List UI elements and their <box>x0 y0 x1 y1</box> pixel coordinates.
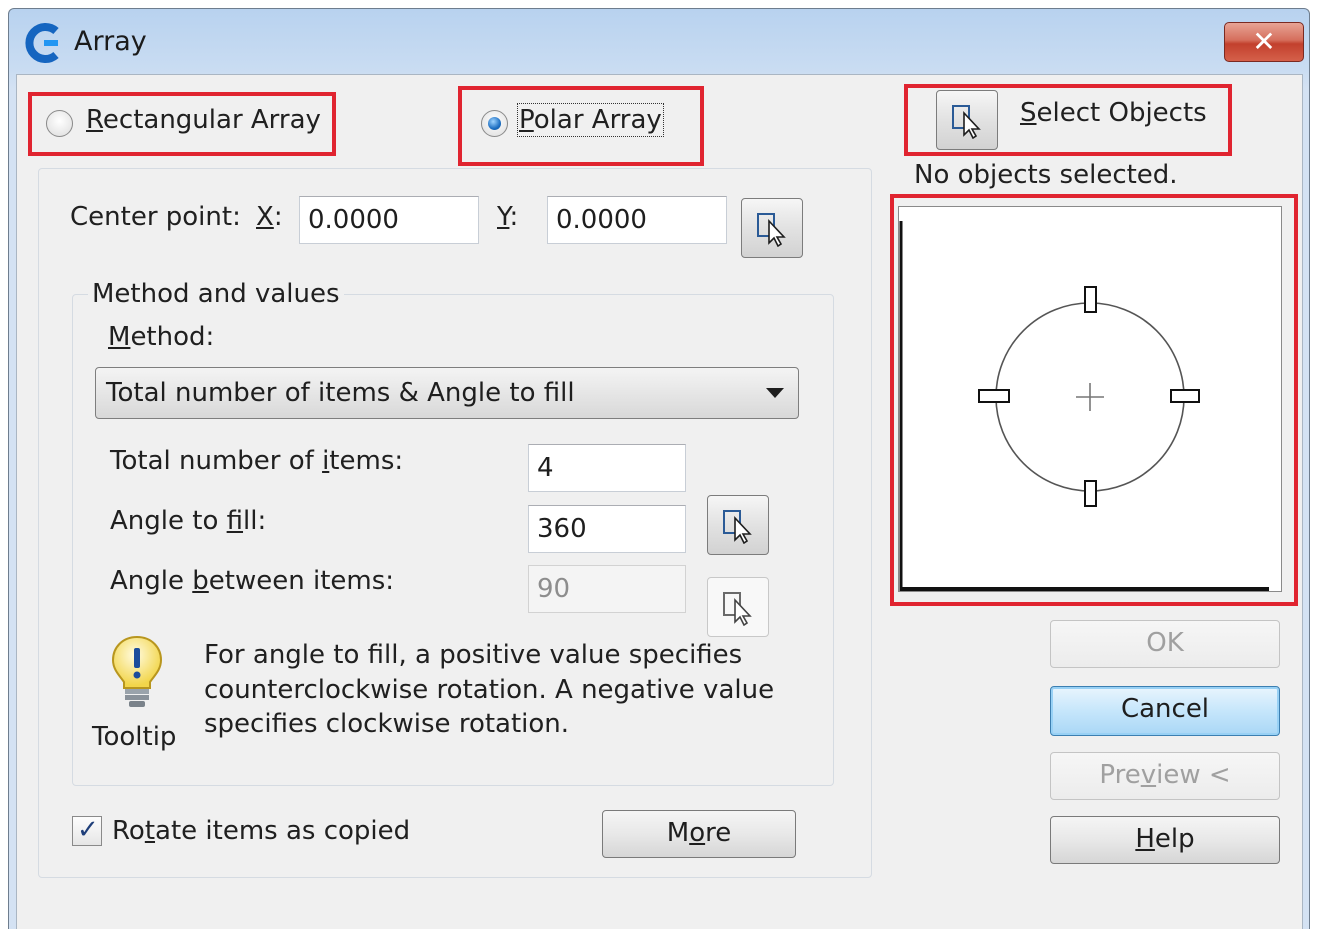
pick-angle-disabled-icon <box>723 592 752 626</box>
more-button[interactable]: More <box>602 810 796 858</box>
help-button[interactable]: Help <box>1050 816 1280 864</box>
window-title: Array <box>74 26 147 57</box>
total-items-input[interactable]: 4 <box>528 444 686 492</box>
tooltip-line-2: counterclockwise rotation. A negative va… <box>204 675 775 705</box>
center-x-input[interactable]: 0.0000 <box>299 196 479 244</box>
method-group-title: Method and values <box>88 279 344 309</box>
tooltip-line-1: For angle to fill, a positive value spec… <box>204 640 743 670</box>
polar-array-highlight <box>458 86 704 166</box>
angle-between-input: 90 <box>528 565 686 613</box>
pick-center-point-button[interactable] <box>741 198 803 258</box>
close-icon: ✕ <box>1252 25 1276 58</box>
center-y-input[interactable]: 0.0000 <box>547 196 727 244</box>
angle-between-label: Angle between items: <box>110 566 395 596</box>
select-objects-highlight <box>904 84 1232 156</box>
cancel-button[interactable]: Cancel <box>1050 686 1280 736</box>
center-y-label: Y: <box>497 202 519 232</box>
pick-point-icon <box>757 213 786 247</box>
lightbulb-icon <box>108 634 166 710</box>
tooltip-label: Tooltip <box>92 722 177 752</box>
center-point-label: Center point: <box>70 202 241 232</box>
pick-angle-icon <box>723 510 752 544</box>
pick-angle-between-button <box>707 577 769 637</box>
preview-highlight <box>890 194 1298 606</box>
angle-fill-input[interactable]: 360 <box>528 505 686 553</box>
tooltip-line-3: specifies clockwise rotation. <box>204 709 570 739</box>
center-x-label: X: <box>256 202 283 232</box>
close-button[interactable]: ✕ <box>1224 22 1304 62</box>
rectangular-array-highlight <box>28 92 336 156</box>
method-dropdown[interactable]: Total number of items & Angle to fill <box>95 367 799 419</box>
rotate-items-label[interactable]: Rotate items as copied <box>112 816 410 846</box>
checkmark-icon: ✓ <box>77 815 99 845</box>
app-logo-icon <box>22 22 64 64</box>
title-bar[interactable] <box>9 9 1309 73</box>
pick-angle-fill-button[interactable] <box>707 495 769 555</box>
chevron-down-icon[interactable] <box>766 388 784 398</box>
rotate-items-checkbox[interactable]: ✓ <box>72 815 102 846</box>
angle-fill-label: Angle to fill: <box>110 506 267 536</box>
selection-status: No objects selected. <box>914 160 1178 190</box>
preview-button[interactable]: Preview < <box>1050 752 1280 800</box>
total-items-label: Total number of items: <box>110 446 404 476</box>
ok-button[interactable]: OK <box>1050 620 1280 668</box>
method-label: Method: <box>108 322 215 352</box>
